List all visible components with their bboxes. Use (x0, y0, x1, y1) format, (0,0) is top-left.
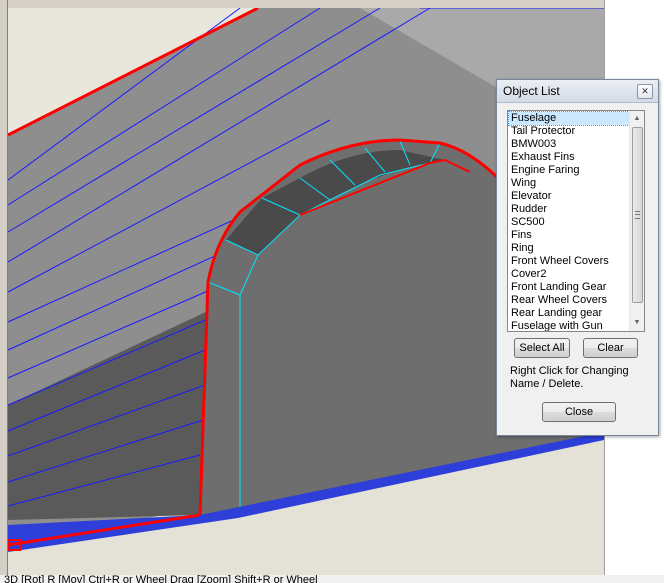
scroll-up-icon[interactable]: ▲ (631, 113, 643, 125)
object-items: Fuselage Tail Protector BMW003 Exhaust Fins… (508, 111, 632, 331)
clear-button[interactable]: Clear (583, 338, 638, 358)
status-bar: 3D [Rot] R [Mov] Ctrl+R or Wheel Drag [Z… (0, 575, 664, 583)
scroll-thumb[interactable] (632, 127, 643, 303)
close-button[interactable]: Close (542, 402, 616, 422)
list-item[interactable]: Elevator (509, 190, 631, 203)
list-item[interactable]: Fuselage (508, 111, 632, 126)
list-item[interactable]: Rear Wheel Covers (509, 294, 631, 307)
list-item[interactable]: SC500 (509, 216, 631, 229)
list-item[interactable]: Exhaust Fins (509, 151, 631, 164)
listbox-scrollbar[interactable]: ▲ ▼ (629, 111, 644, 331)
list-item[interactable]: Ring (509, 242, 631, 255)
list-item[interactable]: Fins (509, 229, 631, 242)
dialog-title: Object List (503, 84, 560, 98)
viewport-top-frame (8, 0, 604, 8)
object-listbox[interactable]: Fuselage Tail Protector BMW003 Exhaust Fins… (507, 110, 645, 332)
list-item[interactable]: Engine Faring (509, 164, 631, 177)
list-item[interactable]: Rear Landing gear (509, 307, 631, 320)
list-item[interactable]: BMW003 (509, 138, 631, 151)
dialog-hint: Right Click for Changing Name / Delete. (510, 365, 629, 390)
select-all-button[interactable]: Select All (514, 338, 570, 358)
list-item[interactable]: Rudder (509, 203, 631, 216)
list-item[interactable]: Front Landing Gear (509, 281, 631, 294)
list-item[interactable]: Tail Protector (509, 125, 631, 138)
object-list-dialog: Object List ✕ Fuselage Tail Protector BMW0… (496, 79, 659, 436)
list-item[interactable]: Front Wheel Covers (509, 255, 631, 268)
scroll-down-icon[interactable]: ▼ (631, 317, 643, 329)
left-frame (0, 0, 8, 583)
grip-icon (635, 211, 640, 219)
close-icon[interactable]: ✕ (637, 84, 653, 99)
list-item[interactable]: Fuselage with Gun (509, 320, 631, 331)
list-item[interactable]: Wing (509, 177, 631, 190)
dialog-titlebar[interactable]: Object List ✕ (497, 80, 658, 103)
list-item[interactable]: Cover2 (509, 268, 631, 281)
